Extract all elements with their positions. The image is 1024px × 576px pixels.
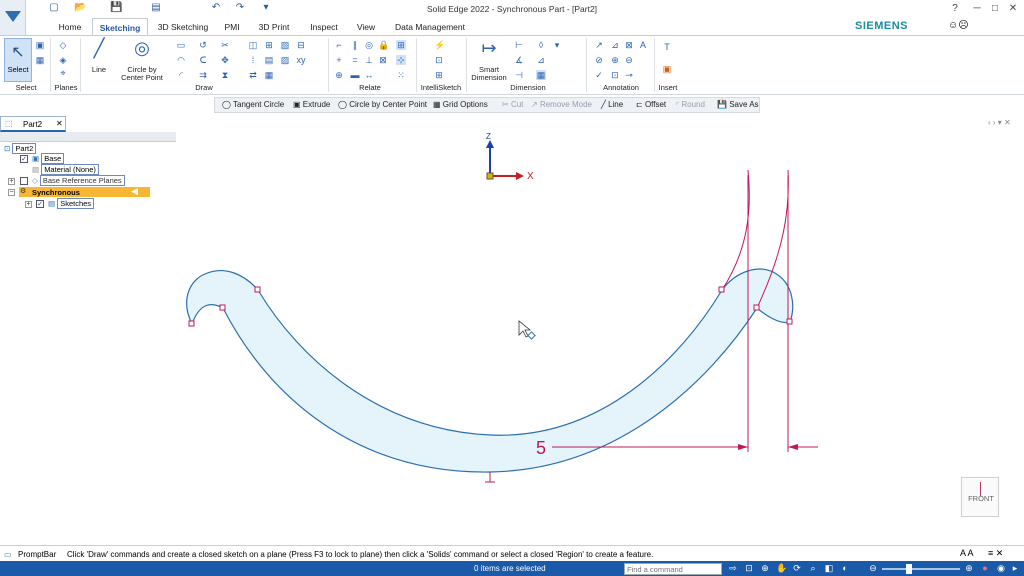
tree-ref-planes[interactable]: ◇ Base Reference Planes xyxy=(32,175,125,186)
tree-synchronous[interactable]: ⚙ Synchronous ◀ xyxy=(19,186,150,197)
prompt-bar-label: PromptBar xyxy=(18,550,57,559)
x-arrow xyxy=(516,172,524,180)
z-axis-label: Z xyxy=(486,132,491,141)
tree-synchronous-label: Synchronous xyxy=(32,188,80,197)
part-icon: ⊡ xyxy=(4,144,11,153)
prompt-options-icon[interactable]: ≡ ✕ xyxy=(988,548,1003,559)
shading-icon[interactable]: ◐ xyxy=(840,563,850,573)
planes-icon: ◇ xyxy=(32,176,38,185)
fit-icon[interactable]: ⊡ xyxy=(744,563,754,573)
status-more-icon[interactable]: ▸ xyxy=(1010,563,1020,573)
view-cube[interactable]: FRONT xyxy=(961,477,999,517)
tree-base-label: Base xyxy=(41,153,65,164)
tree-material-label: Material (None) xyxy=(41,164,99,175)
tree-base[interactable]: ▣ Base xyxy=(32,153,65,164)
tree-material[interactable]: ▤ Material (None) xyxy=(32,164,99,175)
pan-icon[interactable]: ✋ xyxy=(776,563,787,573)
zoom-area-icon[interactable]: ⊕ xyxy=(760,563,770,573)
tree-root[interactable]: ⊡ Part2 xyxy=(4,143,37,154)
expand-sketches[interactable]: + xyxy=(25,201,32,208)
tree-root-label: Part2 xyxy=(12,143,37,154)
sketch-icon: ▤ xyxy=(48,199,56,208)
dimension-value[interactable]: 5 xyxy=(536,438,546,458)
cursor-snap-icon xyxy=(527,331,536,340)
tree-ref-planes-label: Base Reference Planes xyxy=(39,175,125,186)
ref-planes-checkbox[interactable] xyxy=(20,177,28,185)
keypoint[interactable] xyxy=(753,304,760,311)
expand-ref-planes[interactable]: + xyxy=(8,178,15,185)
selection-status: 0 items are selected xyxy=(474,564,546,573)
synchronous-icon: ⚙ xyxy=(20,188,27,195)
z-arrow xyxy=(486,140,494,148)
find-go-icon[interactable]: ⇨ xyxy=(728,563,738,573)
sketch-region[interactable] xyxy=(186,268,794,473)
view-orient-icon[interactable]: ◧ xyxy=(824,563,834,573)
rotate-icon[interactable]: ⟳ xyxy=(792,563,802,573)
prompt-message: Click 'Draw' commands and create a close… xyxy=(67,550,654,559)
prompt-bar-icon: ▭ xyxy=(4,550,12,559)
rollback-marker-icon: ◀ xyxy=(131,186,138,196)
x-axis-label: X xyxy=(527,171,534,182)
view-cube-axis-icon xyxy=(980,482,981,496)
dimension-arrow-left xyxy=(738,444,748,450)
keypoint[interactable] xyxy=(188,320,195,327)
graphics-window[interactable]: 5 Z X xyxy=(0,0,1024,576)
keypoint[interactable] xyxy=(786,318,793,325)
view-cube-label: FRONT xyxy=(968,494,994,503)
zoom-in-icon[interactable]: ⊕ xyxy=(964,563,974,573)
tree-sketches[interactable]: ▤ Sketches xyxy=(48,198,95,209)
prompt-font-size-icon[interactable]: A A xyxy=(960,548,974,558)
stop-icon[interactable]: ◉ xyxy=(996,563,1006,573)
keypoint[interactable] xyxy=(219,304,226,311)
tree-sketches-label: Sketches xyxy=(57,198,95,209)
prompt-bar: ▭ PromptBar Click 'Draw' commands and cr… xyxy=(0,545,1024,561)
keypoint[interactable] xyxy=(718,286,725,293)
zoom-slider-handle[interactable] xyxy=(906,564,912,574)
find-command-input[interactable] xyxy=(624,563,722,575)
base-checkbox[interactable]: ✓ xyxy=(20,155,28,163)
keypoint[interactable] xyxy=(254,286,261,293)
dimension-arrow-right xyxy=(788,444,798,450)
sketches-checkbox[interactable]: ✓ xyxy=(36,200,44,208)
record-icon[interactable]: ● xyxy=(980,563,990,573)
zoom-out-icon[interactable]: ⊖ xyxy=(868,563,878,573)
material-icon: ▤ xyxy=(32,165,40,174)
base-icon: ▣ xyxy=(32,154,40,163)
collapse-synchronous[interactable]: − xyxy=(8,189,15,196)
zoom-slider[interactable] xyxy=(882,568,960,570)
zoom-icon[interactable]: ⌕ xyxy=(808,563,818,573)
origin-icon xyxy=(486,172,494,180)
